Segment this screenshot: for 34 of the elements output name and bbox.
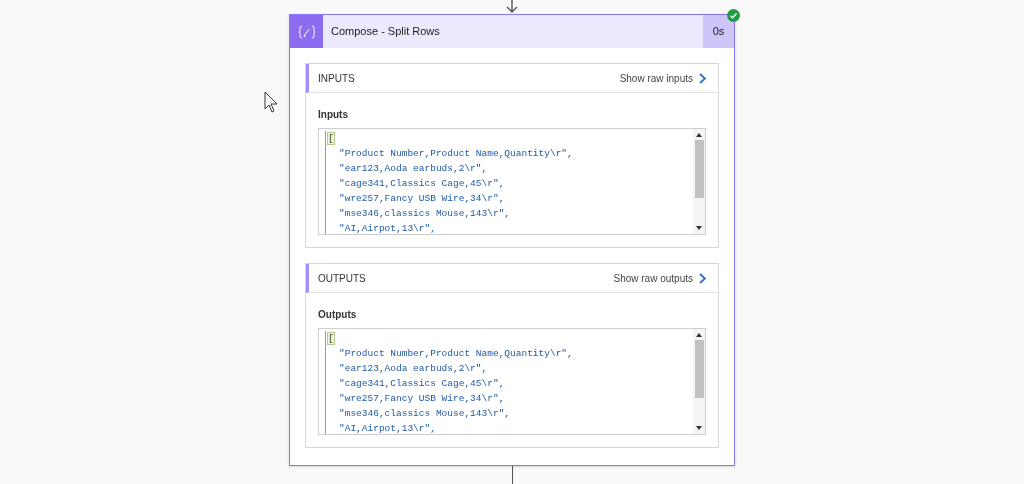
code-line: "mse346,classics Mouse,143\r",: [338, 207, 511, 221]
show-raw-link[interactable]: Show raw inputs: [619, 70, 706, 86]
scroll-down-icon: [696, 426, 702, 430]
chevron-right-icon: [699, 72, 706, 84]
scroll-up-icon: [696, 133, 702, 137]
code-line: "Product Number,Product Name,Quantity\r",: [338, 147, 573, 161]
section-heading: OUTPUTS: [318, 271, 366, 286]
code-line: "cage341,Classics Cage,45\r",: [338, 177, 505, 191]
cursor-icon: [264, 91, 278, 113]
chevron-right-icon: [699, 272, 706, 284]
scrollbar-thumb[interactable]: [694, 140, 704, 198]
code-line: "mse346,classics Mouse,143\r",: [338, 407, 511, 421]
scroll-up-icon: [696, 333, 702, 337]
card-header[interactable]: Compose - Split Rows 0s: [290, 15, 734, 48]
scroll-down-icon: [696, 226, 702, 230]
code-line: "cage341,Classics Cage,45\r",: [338, 377, 505, 391]
code-line: "ear123,Aoda earbuds,2\r",: [338, 362, 488, 376]
code-line: "Product Number,Product Name,Quantity\r",: [338, 347, 573, 361]
code-bracket: [: [328, 333, 334, 344]
scrollbar-thumb[interactable]: [694, 340, 704, 398]
braces-pencil-icon: [297, 24, 316, 39]
duration-label: 0s: [703, 15, 734, 48]
connector-arrow: [505, 0, 518, 14]
field-label: Inputs: [318, 108, 349, 122]
field-label: Outputs: [318, 308, 358, 322]
code-bracket: [: [328, 133, 334, 144]
show-raw-link[interactable]: Show raw outputs: [613, 270, 706, 286]
section-heading: INPUTS: [318, 71, 355, 86]
code-line: "AI,Airpot,13\r",: [338, 422, 436, 434]
card-title: Compose - Split Rows: [331, 24, 440, 40]
code-line: "ear123,Aoda earbuds,2\r",: [338, 162, 488, 176]
code-line: "wre257,Fancy USB Wire,34\r",: [338, 392, 505, 406]
code-line: "wre257,Fancy USB Wire,34\r",: [338, 192, 505, 206]
code-line: "AI,Airpot,13\r",: [338, 222, 436, 234]
